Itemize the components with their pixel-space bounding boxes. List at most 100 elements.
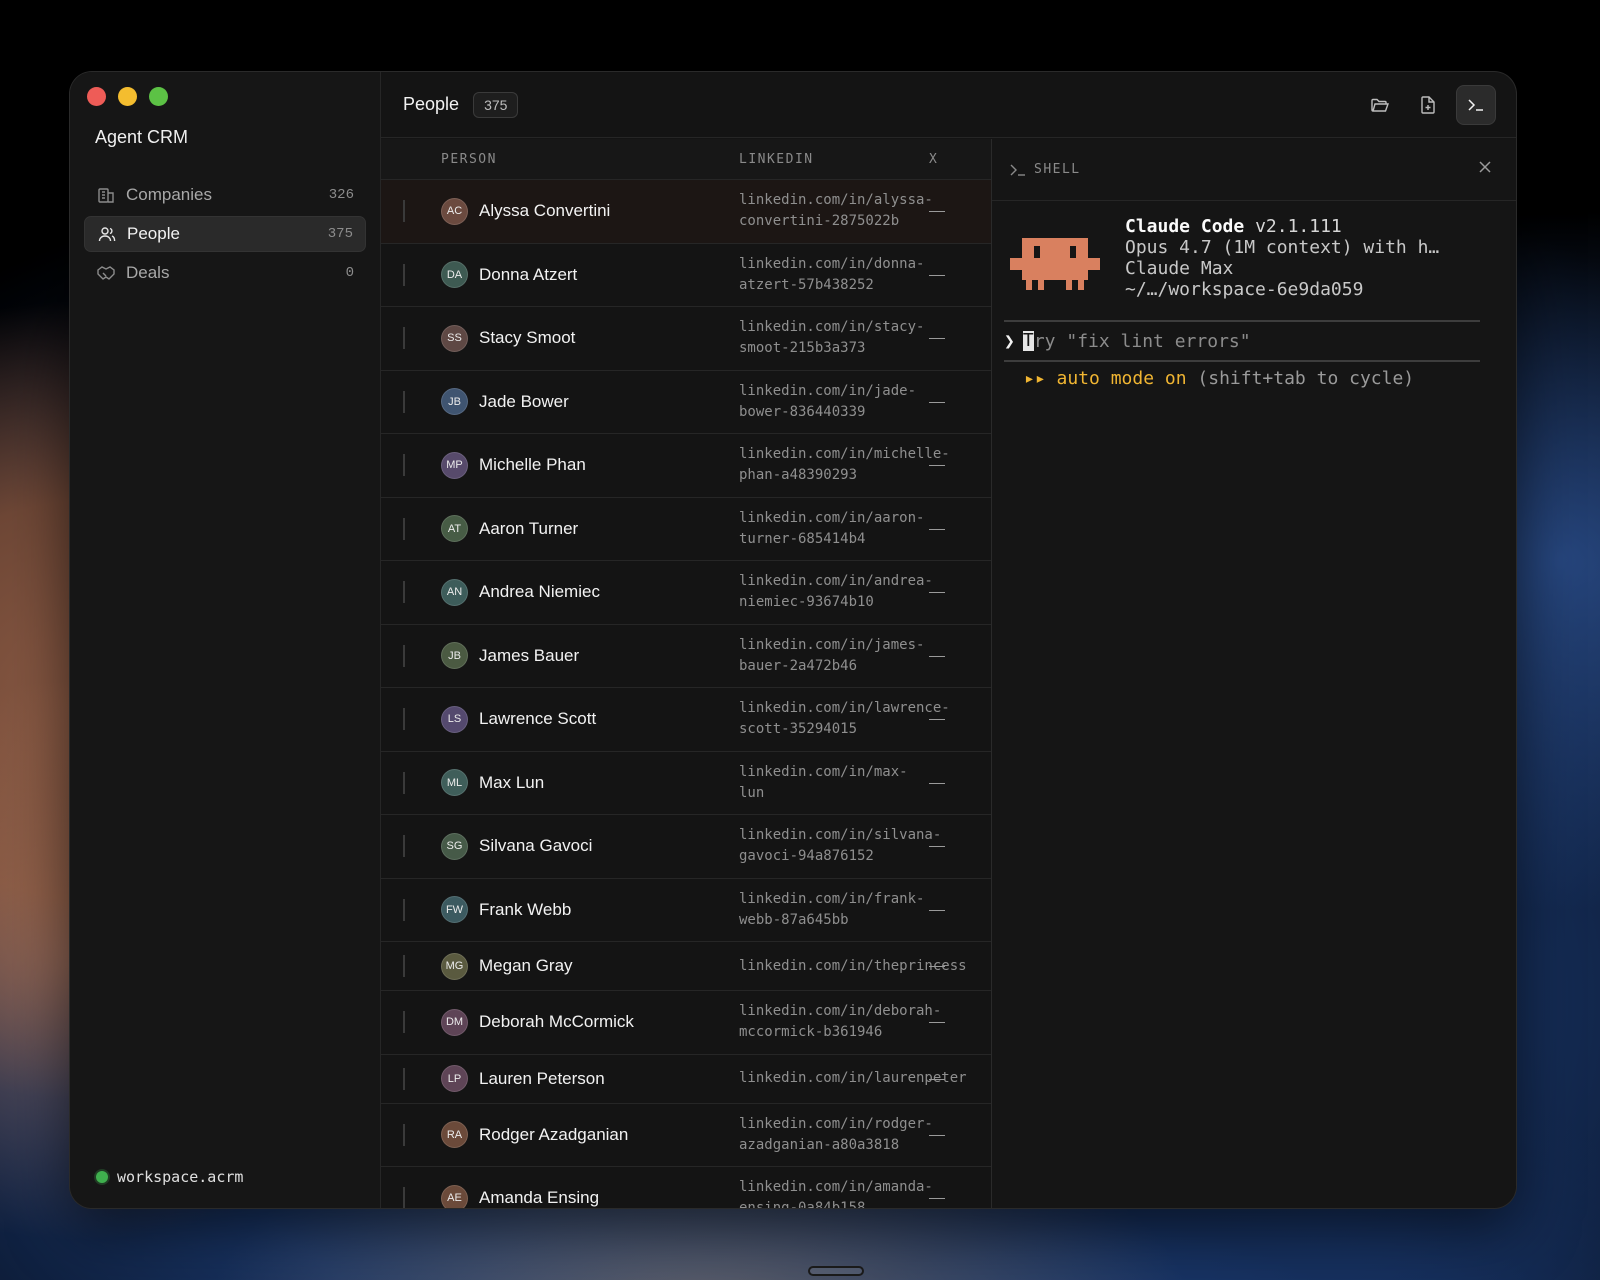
column-header-x[interactable]: X [929, 152, 938, 167]
table-row[interactable]: DA Donna Atzert linkedin.com/in/donna- atz… [381, 244, 991, 307]
person-name[interactable]: Donna Atzert [479, 265, 577, 285]
avatar: MG [441, 952, 468, 980]
person-name[interactable]: Stacy Smoot [479, 328, 575, 348]
person-name[interactable]: Megan Gray [479, 956, 573, 976]
close-shell-button[interactable] [1478, 160, 1492, 179]
table-row[interactable]: ML Max Lun linkedin.com/in/max- lun [381, 752, 991, 815]
x-empty-value [929, 1198, 945, 1200]
minimize-window-button[interactable] [118, 87, 137, 106]
prompt-placeholder: ry "fix lint errors" [1033, 330, 1251, 352]
row-drag-handle[interactable] [403, 327, 405, 350]
x-empty-value [929, 655, 945, 657]
table-body: AC Alyssa Convertini linkedin.com/in/alyss… [381, 180, 991, 1208]
table-row[interactable]: DM Deborah McCormick linkedin.com/in/debor… [381, 991, 991, 1055]
person-name[interactable]: Michelle Phan [479, 455, 586, 475]
x-empty-value [929, 1134, 945, 1136]
row-drag-handle[interactable] [403, 771, 405, 794]
x-empty-value [929, 211, 945, 213]
row-drag-handle[interactable] [403, 263, 405, 286]
person-name[interactable]: Rodger Azadganian [479, 1125, 628, 1145]
table-row[interactable]: MP Michelle Phan linkedin.com/in/michelle-… [381, 434, 991, 498]
table-row[interactable]: AT Aaron Turner linkedin.com/in/aaron- tur… [381, 498, 991, 561]
row-drag-handle[interactable] [403, 1123, 405, 1146]
person-name[interactable]: Aaron Turner [479, 519, 578, 539]
table-row[interactable]: AC Alyssa Convertini linkedin.com/in/alyss… [381, 180, 991, 244]
column-header-person[interactable]: PERSON [441, 152, 497, 167]
x-empty-value [929, 966, 945, 967]
new-file-button[interactable] [1408, 85, 1448, 125]
toggle-shell-button[interactable] [1456, 85, 1496, 125]
header-actions [1360, 85, 1496, 125]
shell-prompt-input[interactable]: ❯ T ry "fix lint errors" [1004, 320, 1480, 362]
zoom-window-button[interactable] [149, 87, 168, 106]
row-drag-handle[interactable] [403, 898, 405, 921]
app-title: Agent CRM [95, 127, 189, 147]
app-window: Agent CRM Companies 326 People 375 Deals… [70, 72, 1516, 1208]
row-drag-handle[interactable] [403, 581, 405, 604]
person-name[interactable]: Andrea Niemiec [479, 582, 600, 602]
avatar: JB [441, 388, 468, 416]
linkedin-url[interactable]: linkedin.com/in/amanda- ensing-0a84b158 [739, 1177, 979, 1208]
auto-mode-label: ▸▸ auto mode on [1024, 368, 1187, 389]
table-row[interactable]: JB Jade Bower linkedin.com/in/jade- bower-… [381, 371, 991, 434]
workspace-status-dot [96, 1171, 108, 1183]
row-drag-handle[interactable] [403, 1011, 405, 1034]
table-row[interactable]: AN Andrea Niemiec linkedin.com/in/andrea- … [381, 561, 991, 625]
column-header-linkedin[interactable]: LINKEDIN [739, 152, 814, 167]
sidebar-item-count: 326 [328, 187, 354, 203]
table-row[interactable]: MG Megan Gray linkedin.com/in/theprincess [381, 942, 991, 991]
path-line: ~/…/workspace-6e9da059 [1125, 279, 1364, 300]
table-row[interactable]: AE Amanda Ensing linkedin.com/in/amanda- e… [381, 1167, 991, 1208]
person-name[interactable]: Amanda Ensing [479, 1188, 599, 1208]
person-name[interactable]: James Bauer [479, 646, 579, 666]
row-drag-handle[interactable] [403, 1187, 405, 1208]
person-name[interactable]: Max Lun [479, 773, 544, 793]
product-version: v2.1.111 [1255, 216, 1342, 237]
row-drag-handle[interactable] [403, 200, 405, 223]
table-row[interactable]: LS Lawrence Scott linkedin.com/in/lawrence… [381, 688, 991, 752]
sidebar-item-companies[interactable]: Companies 326 [84, 177, 366, 213]
shell-header: SHELL [992, 139, 1516, 201]
table-row[interactable]: FW Frank Webb linkedin.com/in/frank- webb-… [381, 879, 991, 942]
person-name[interactable]: Jade Bower [479, 392, 569, 412]
row-drag-handle[interactable] [403, 517, 405, 540]
person-name[interactable]: Alyssa Convertini [479, 201, 610, 221]
sidebar-item-people[interactable]: People 375 [84, 216, 366, 252]
sidebar-item-count: 375 [327, 226, 353, 242]
sidebar-item-label: Companies [126, 185, 212, 204]
person-name[interactable]: Silvana Gavoci [479, 836, 592, 856]
avatar: ML [441, 769, 468, 797]
row-drag-handle[interactable] [403, 835, 405, 858]
close-window-button[interactable] [87, 87, 106, 106]
table-row[interactable]: JB James Bauer linkedin.com/in/james- baue… [381, 625, 991, 688]
x-empty-value [929, 1078, 945, 1080]
x-empty-value [929, 782, 945, 784]
row-drag-handle[interactable] [403, 644, 405, 667]
table-row[interactable]: SS Stacy Smoot linkedin.com/in/stacy- smoo… [381, 307, 991, 371]
row-drag-handle[interactable] [403, 708, 405, 731]
sidebar-item-count: 0 [345, 265, 354, 281]
avatar: RA [441, 1121, 468, 1149]
table-row[interactable]: RA Rodger Azadganian linkedin.com/in/rodge… [381, 1104, 991, 1167]
person-name[interactable]: Frank Webb [479, 900, 571, 920]
row-drag-handle[interactable] [403, 454, 405, 477]
open-folder-button[interactable] [1360, 85, 1400, 125]
row-drag-handle[interactable] [403, 1067, 405, 1090]
prompt-chevron: ❯ [1004, 330, 1015, 352]
person-name[interactable]: Lawrence Scott [479, 709, 596, 729]
person-name[interactable]: Lauren Peterson [479, 1069, 605, 1089]
x-empty-value [929, 719, 945, 721]
table-row[interactable]: LP Lauren Peterson linkedin.com/in/laurenp… [381, 1055, 991, 1104]
sidebar-item-deals[interactable]: Deals 0 [84, 255, 366, 291]
terminal-icon [1468, 99, 1483, 111]
window-controls [87, 87, 168, 106]
workspace-indicator[interactable]: workspace.acrm [96, 1168, 243, 1186]
person-name[interactable]: Deborah McCormick [479, 1012, 634, 1032]
x-empty-value [929, 909, 945, 911]
row-drag-handle[interactable] [403, 955, 405, 977]
x-empty-value [929, 1022, 945, 1024]
table-row[interactable]: SG Silvana Gavoci linkedin.com/in/silvana-… [381, 815, 991, 879]
x-empty-value [929, 338, 945, 340]
row-drag-handle[interactable] [403, 390, 405, 413]
x-empty-value [929, 465, 945, 467]
